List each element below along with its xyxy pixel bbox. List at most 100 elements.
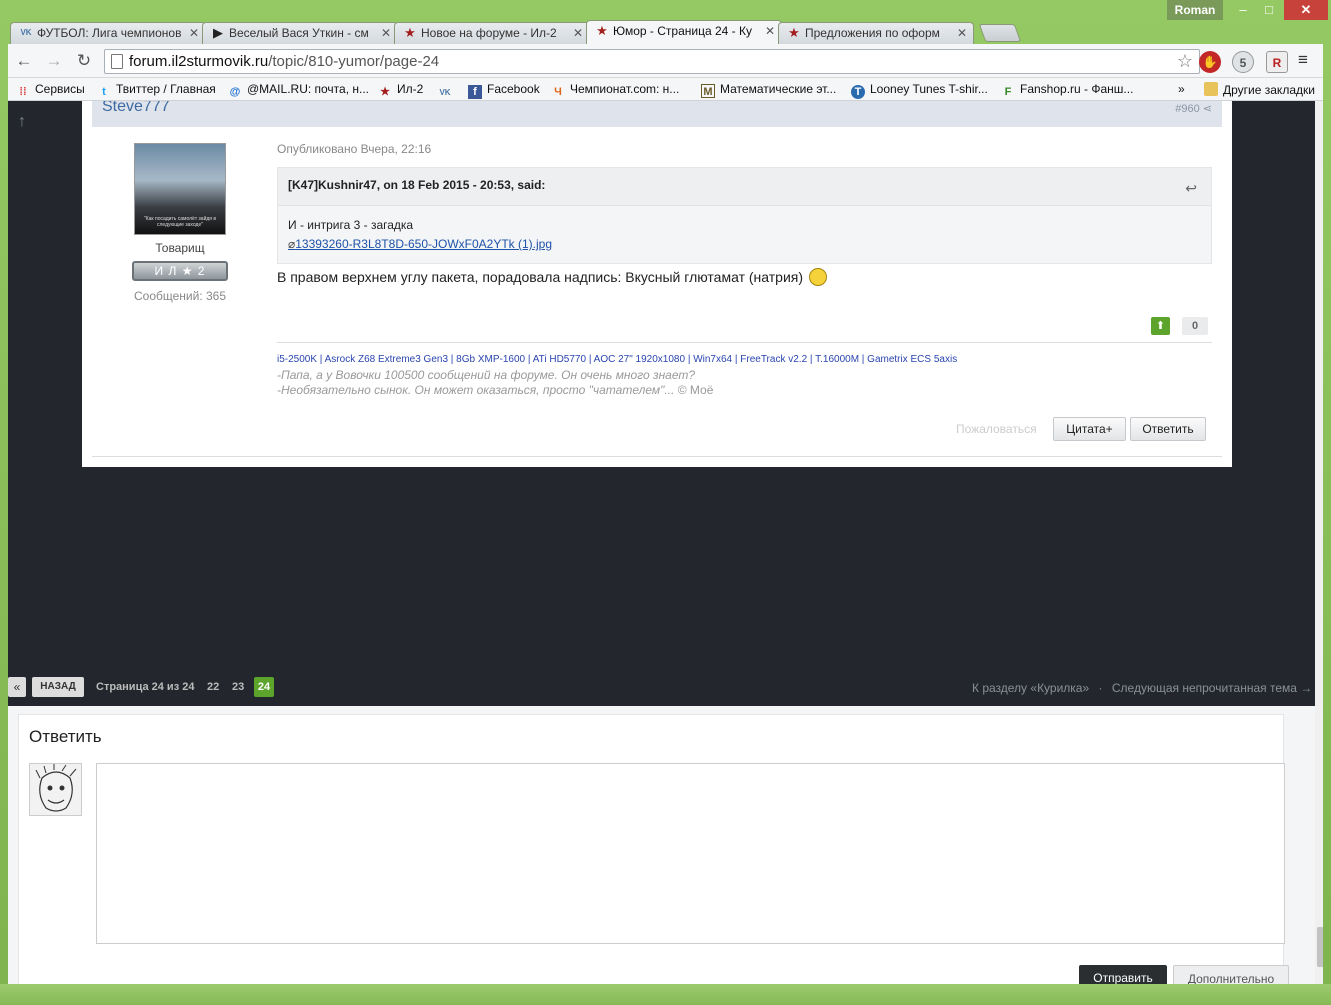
- close-icon[interactable]: ✕: [381, 26, 391, 40]
- vk-icon: VK: [439, 88, 451, 97]
- star-icon: ★: [404, 25, 416, 40]
- reply-textarea[interactable]: [96, 763, 1285, 944]
- avatar-caption: "Как посадить самолёт зайдя в следующие …: [143, 216, 217, 228]
- tab-title: Веселый Вася Уткин - см: [229, 26, 369, 40]
- post-number[interactable]: #960 ⋖: [1175, 102, 1212, 115]
- adblock-icon[interactable]: ✋: [1199, 51, 1221, 73]
- author-rank: Товарищ: [155, 241, 205, 255]
- attachment-link[interactable]: ⌀13393260-R3L8T8D-650-JOWxF0A2YTk (1).jp…: [288, 237, 552, 251]
- close-icon[interactable]: ✕: [573, 26, 583, 40]
- quote-plus-button[interactable]: Цитата+: [1053, 417, 1126, 441]
- back-page-button[interactable]: НАЗАД: [32, 677, 84, 697]
- bookmark-championat[interactable]: Ч Чемпионат.com: н...: [551, 82, 679, 99]
- bookmarks-bar: ⁞⁞ Сервисы t Твиттер / Главная @ @MAIL.RU: …: [8, 78, 1323, 101]
- menu-icon[interactable]: ≡: [1298, 50, 1308, 70]
- page-viewport: ↑ Steve777 #960 ⋖ "Как посадить самолёт …: [8, 101, 1323, 984]
- math-icon: M: [701, 84, 715, 98]
- send-button[interactable]: Отправить: [1079, 965, 1167, 984]
- first-page-button[interactable]: «: [8, 677, 26, 697]
- extension-icon[interactable]: R: [1266, 51, 1288, 73]
- reputation-up-button[interactable]: ⬆: [1151, 317, 1170, 335]
- twitter-icon: t: [102, 86, 106, 98]
- bookmark-math[interactable]: M Математические эт...: [701, 82, 836, 98]
- smiley-icon: [809, 268, 828, 286]
- bookmark-services[interactable]: ⁞⁞ Сервисы: [16, 82, 84, 99]
- maximize-button[interactable]: □: [1256, 0, 1282, 20]
- quote-jump-icon[interactable]: ↩: [1185, 180, 1197, 197]
- other-bookmarks[interactable]: Другие закладки: [1204, 82, 1315, 97]
- vk-icon: VK: [20, 28, 32, 37]
- page-link[interactable]: 23: [232, 681, 244, 693]
- scrollbar[interactable]: [1315, 101, 1323, 984]
- back-button[interactable]: ←: [12, 50, 36, 72]
- star-icon: ★: [380, 86, 390, 98]
- pagination: « НАЗАД Страница 24 из 24 22 23 24 К раз…: [8, 676, 1315, 706]
- bookmark-looney[interactable]: T Looney Tunes T-shir...: [851, 82, 988, 99]
- author-avatar[interactable]: "Как посадить самолёт зайдя в следующие …: [134, 143, 226, 235]
- topic-navigation: К разделу «Курилка» · Следующая непрочит…: [972, 681, 1313, 695]
- bookmarks-overflow[interactable]: »: [1178, 82, 1185, 96]
- page-link[interactable]: 22: [207, 681, 219, 693]
- quote-header: [K47]Kushnir47, on 18 Feb 2015 - 20:53, …: [278, 168, 1211, 206]
- tab-strip: VK ФУТБОЛ: Лига чемпионов ✕ ▶ Веселый Ва…: [10, 20, 1022, 44]
- close-icon[interactable]: ✕: [189, 26, 199, 40]
- tab-football[interactable]: VK ФУТБОЛ: Лига чемпионов ✕: [10, 22, 206, 44]
- reply-button[interactable]: Ответить: [1130, 417, 1206, 441]
- tab-title: Новое на форуме - Ил-2: [421, 26, 557, 40]
- user-badge[interactable]: Roman: [1167, 0, 1223, 20]
- forward-button[interactable]: →: [42, 50, 66, 72]
- toolbar: ← → ↻ forum.il2sturmovik.ru/topic/810-yu…: [8, 44, 1323, 78]
- reply-box: Ответить Отправить Дополнительно: [18, 714, 1289, 984]
- minimize-button[interactable]: –: [1230, 0, 1256, 20]
- user-avatar: [29, 763, 82, 816]
- bookmark-facebook[interactable]: f Facebook: [468, 82, 540, 99]
- reply-title: Ответить: [29, 727, 102, 746]
- reputation-value: 0: [1182, 317, 1208, 335]
- section-link[interactable]: К разделу «Курилка»: [972, 681, 1089, 695]
- bookmark-mailru[interactable]: @ @MAIL.RU: почта, н...: [228, 82, 369, 99]
- signature-specs: i5-2500K | Asrock Z68 Extreme3 Gen3 | 8G…: [277, 354, 958, 365]
- bookmark-twitter[interactable]: t Твиттер / Главная: [97, 82, 216, 99]
- bookmark-il2[interactable]: ★ Ил-2: [378, 82, 423, 99]
- share-icon: ⋖: [1202, 103, 1212, 115]
- sketch-face-icon: [35, 764, 77, 812]
- close-window-button[interactable]: ✕: [1284, 0, 1328, 20]
- play-icon: ▶: [213, 25, 223, 40]
- signature-divider: [277, 342, 1212, 343]
- extension-badge-icon[interactable]: 5: [1232, 51, 1254, 73]
- close-icon[interactable]: ✕: [957, 26, 967, 40]
- apps-grid-icon: ⁞⁞: [19, 86, 27, 98]
- tab-title: ФУТБОЛ: Лига чемпионов: [37, 26, 182, 40]
- new-tab-button[interactable]: [978, 24, 1022, 42]
- tab-vasya[interactable]: ▶ Веселый Вася Уткин - см ✕: [202, 22, 398, 44]
- page-icon: [111, 54, 123, 69]
- more-options-button[interactable]: Дополнительно: [1173, 965, 1289, 984]
- tab-suggestions[interactable]: ★ Предложения по оформ ✕: [778, 22, 974, 44]
- championat-icon: Ч: [554, 86, 562, 98]
- report-link[interactable]: Пожаловаться: [956, 422, 1037, 436]
- signature-line-1: -Папа, а у Вовочки 100500 сообщений на ф…: [277, 368, 696, 382]
- bookmark-fanshop[interactable]: F Fanshop.ru - Фанш...: [1001, 82, 1134, 99]
- current-page: 24: [254, 677, 274, 697]
- scroll-top-icon[interactable]: ↑: [18, 113, 26, 131]
- post-date: Опубликовано Вчера, 22:16: [277, 142, 432, 156]
- reload-button[interactable]: ↻: [72, 50, 96, 72]
- bookmark-star-icon[interactable]: ☆: [1177, 51, 1193, 72]
- next-unread-link[interactable]: Следующая непрочитанная тема →: [1112, 681, 1312, 695]
- tab-humor[interactable]: ★ Юмор - Страница 24 - Ку ✕: [586, 20, 782, 44]
- rank-badge: И Л ★ 2: [132, 261, 228, 281]
- bookmark-vk[interactable]: VK: [438, 82, 457, 100]
- post-author[interactable]: Steve777: [102, 101, 170, 116]
- close-icon[interactable]: ✕: [765, 24, 775, 38]
- tab-title: Юмор - Страница 24 - Ку: [613, 24, 752, 38]
- tshirt-icon: T: [851, 85, 865, 99]
- tab-title: Предложения по оформ: [805, 26, 940, 40]
- tab-forum-new[interactable]: ★ Новое на форуме - Ил-2 ✕: [394, 22, 590, 44]
- scrollbar-thumb[interactable]: [1317, 927, 1323, 967]
- post-body: В правом верхнем углу пакета, порадовала…: [277, 268, 828, 286]
- fanshop-icon: F: [1004, 86, 1012, 98]
- quote-block: [K47]Kushnir47, on 18 Feb 2015 - 20:53, …: [277, 167, 1212, 264]
- window-bottom-border: [0, 984, 1331, 1005]
- address-bar[interactable]: forum.il2sturmovik.ru/topic/810-yumor/pa…: [104, 49, 1200, 74]
- post-count: Сообщений: 365: [133, 289, 227, 303]
